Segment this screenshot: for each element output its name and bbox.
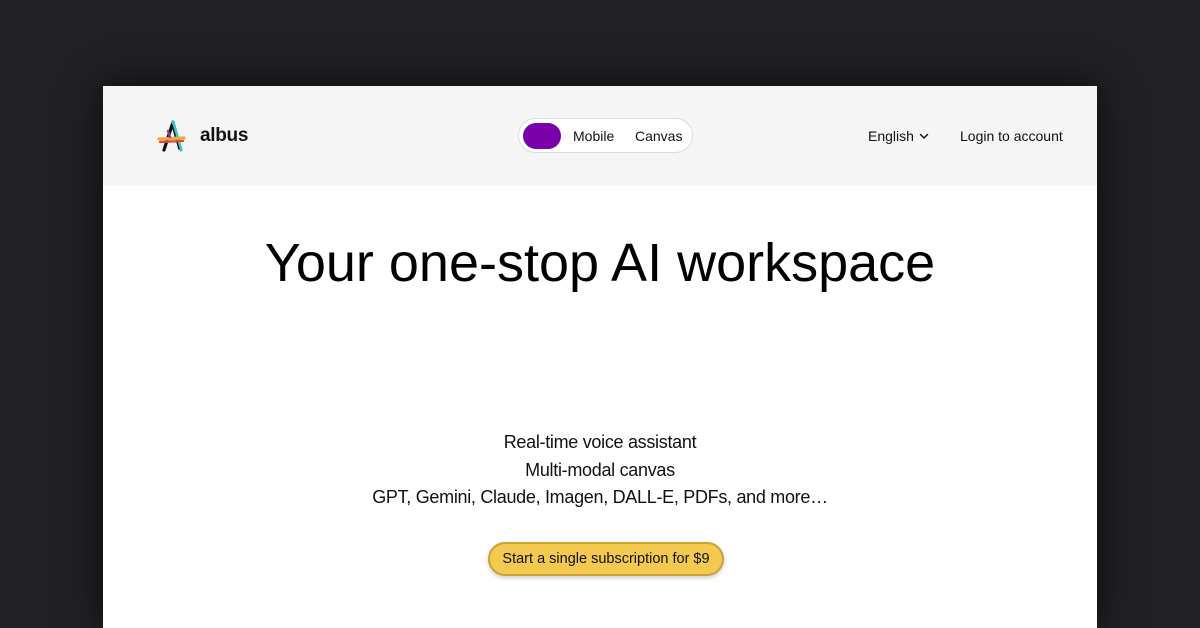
hero-title: Your one-stop AI workspace (264, 233, 936, 293)
mode-toggle[interactable]: Mobile Canvas (518, 118, 693, 153)
login-link[interactable]: Login to account (960, 128, 1063, 144)
mode-option-mobile[interactable]: Mobile (573, 128, 614, 144)
albus-a-logo-icon (157, 120, 186, 152)
mode-option-canvas[interactable]: Canvas (635, 128, 682, 144)
subscribe-button[interactable]: Start a single subscription for $9 (488, 542, 724, 576)
brand-logo-link[interactable]: albus (156, 119, 248, 153)
language-label: English (868, 128, 914, 144)
page-window: albus Mobile Canvas English Login to acc… (103, 86, 1097, 628)
feature-list: Real-time voice assistant Multi-modal ca… (103, 429, 1097, 512)
brand-name: albus (200, 125, 249, 146)
feature-item-models: GPT, Gemini, Claude, Imagen, DALL-E, PDF… (372, 487, 828, 507)
feature-item-voice: Real-time voice assistant (503, 432, 697, 452)
top-nav: albus Mobile Canvas English Login to acc… (103, 86, 1097, 186)
language-selector[interactable]: English (868, 128, 929, 144)
chevron-down-icon (919, 133, 929, 139)
mode-toggle-switch[interactable] (523, 123, 561, 149)
feature-item-canvas: Multi-modal canvas (525, 459, 675, 480)
